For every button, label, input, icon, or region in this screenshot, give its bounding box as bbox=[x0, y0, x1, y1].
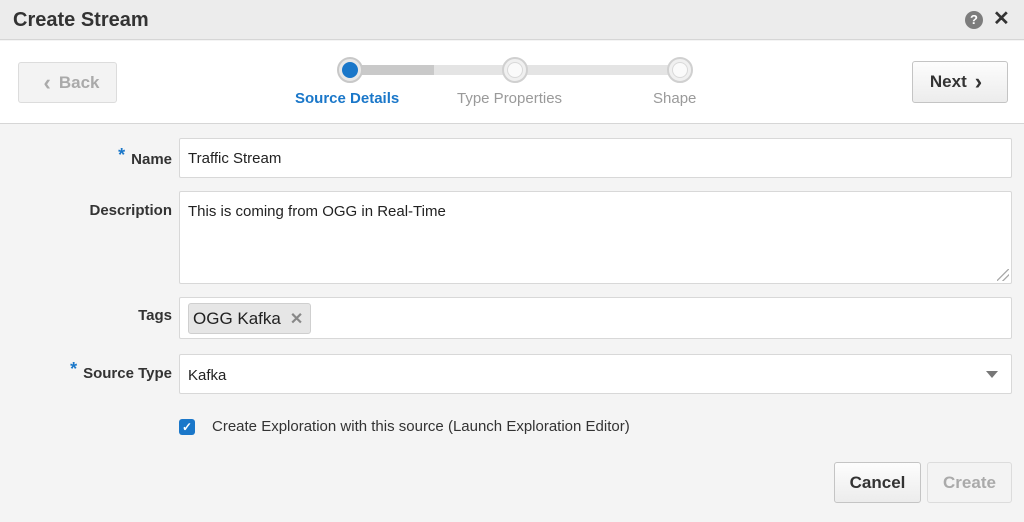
dialog-titlebar: Create Stream ? ✕ bbox=[0, 0, 1024, 40]
required-asterisk: * bbox=[70, 359, 78, 379]
cancel-button[interactable]: Cancel bbox=[834, 462, 921, 503]
name-input-value: Traffic Stream bbox=[188, 150, 282, 167]
create-exploration-label[interactable]: Create Exploration with this source (Lau… bbox=[212, 418, 630, 435]
step-stop-shape[interactable] bbox=[667, 57, 693, 83]
resize-grip-icon[interactable] bbox=[997, 269, 1009, 281]
remove-tag-icon[interactable]: ✕ bbox=[290, 309, 303, 329]
step-label-source-details[interactable]: Source Details bbox=[295, 90, 399, 107]
close-icon[interactable]: ✕ bbox=[993, 8, 1010, 30]
create-button[interactable]: Create bbox=[927, 462, 1012, 503]
tag-chip: OGG Kafka ✕ bbox=[188, 303, 312, 334]
help-icon[interactable]: ? bbox=[965, 11, 983, 29]
step-train: ‹ Back Source Details Type Properties Sh… bbox=[0, 41, 1024, 124]
required-asterisk: * bbox=[118, 145, 126, 165]
step-label-shape[interactable]: Shape bbox=[653, 90, 696, 107]
description-textarea[interactable]: This is coming from OGG in Real-Time bbox=[179, 191, 1012, 284]
chevron-left-icon: ‹ bbox=[43, 69, 51, 95]
tag-chip-label: OGG Kafka bbox=[193, 308, 281, 328]
create-exploration-checkbox[interactable]: ✓ bbox=[179, 419, 195, 435]
tags-input[interactable]: OGG Kafka ✕ bbox=[179, 297, 1012, 339]
name-label: * Name bbox=[118, 145, 172, 168]
next-button-label: Next bbox=[929, 72, 967, 91]
train-track-pending bbox=[434, 65, 681, 75]
back-button-label: Back bbox=[58, 72, 100, 92]
source-type-label: * Source Type bbox=[70, 359, 172, 382]
tags-label: Tags bbox=[138, 307, 172, 324]
source-type-select[interactable]: Kafka bbox=[179, 354, 1012, 394]
caret-down-icon bbox=[986, 371, 998, 378]
description-value: This is coming from OGG in Real-Time bbox=[188, 203, 446, 220]
step-label-type-properties[interactable]: Type Properties bbox=[457, 90, 562, 107]
chevron-right-icon: › bbox=[974, 69, 983, 94]
description-label: Description bbox=[89, 202, 172, 219]
step-stop-type-properties[interactable] bbox=[502, 57, 528, 83]
name-input[interactable]: Traffic Stream bbox=[179, 138, 1012, 178]
next-button[interactable]: Next › bbox=[912, 61, 1008, 103]
dialog-title: Create Stream bbox=[13, 9, 149, 31]
back-button[interactable]: ‹ Back bbox=[18, 62, 117, 103]
source-type-value: Kafka bbox=[188, 367, 227, 384]
step-stop-source-details[interactable] bbox=[337, 57, 363, 83]
